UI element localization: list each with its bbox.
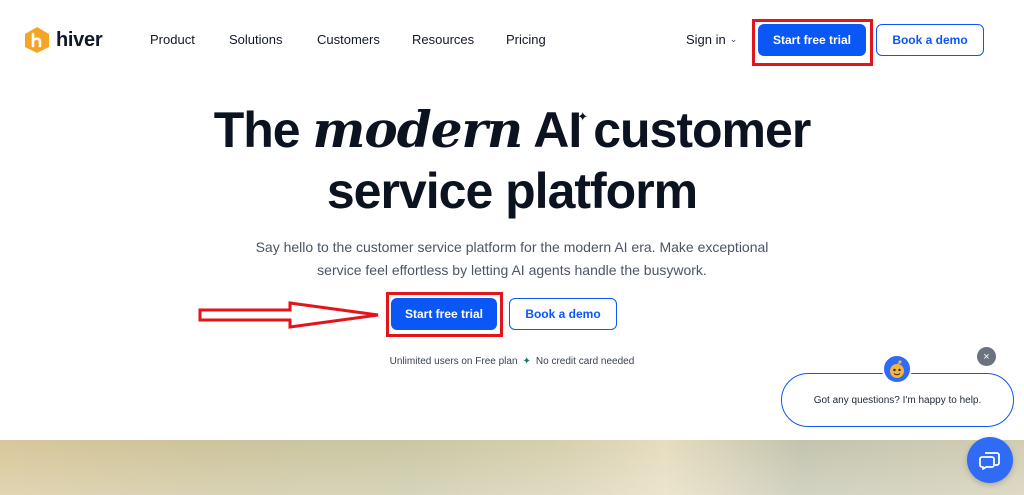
headline-word-modern: modern xyxy=(312,100,524,159)
hiver-logo-icon xyxy=(25,27,49,53)
tagline-no-credit-card: No credit card needed xyxy=(535,356,635,367)
headline-word-customer: customer xyxy=(593,102,811,158)
hero-headline-line2: service platform xyxy=(326,163,698,219)
chat-prompt-text: Got any questions? I'm happy to help. xyxy=(813,394,982,406)
bot-avatar-icon xyxy=(882,354,912,384)
hero-subtext-line2: service feel effortless by letting AI ag… xyxy=(317,262,707,278)
brand-name: hiver xyxy=(56,28,103,51)
hero-subtext-line1: Say hello to the customer service platfo… xyxy=(255,239,769,255)
sign-in-menu[interactable]: Sign in ⌄ xyxy=(686,32,737,47)
nav-start-trial-button[interactable]: Start free trial xyxy=(758,24,866,56)
star-icon: ✦ xyxy=(522,356,531,367)
headline-word-the: The xyxy=(213,102,301,158)
nav-link-customers[interactable]: Customers xyxy=(317,32,380,47)
chat-icon xyxy=(979,452,1000,470)
sparkle-icon: ✦ xyxy=(577,109,588,124)
close-icon[interactable]: × xyxy=(977,347,996,366)
hero-start-trial-button[interactable]: Start free trial xyxy=(391,298,497,330)
hero-headline-line1: The modern AI✦ customer xyxy=(0,102,1024,171)
nav-book-demo-button[interactable]: Book a demo xyxy=(876,24,984,56)
headline-word-ai: AI xyxy=(533,102,582,158)
chevron-down-icon: ⌄ xyxy=(729,34,738,44)
nav-link-pricing[interactable]: Pricing xyxy=(506,32,546,47)
hiver-logo[interactable]: hiver xyxy=(24,26,103,54)
sign-in-label: Sign in xyxy=(686,32,726,47)
tagline-free-plan: Unlimited users on Free plan xyxy=(389,356,518,367)
hero-tagline: Unlimited users on Free plan ✦ No credit c… xyxy=(0,356,1024,367)
nav-link-product[interactable]: Product xyxy=(150,32,195,47)
arrow-annotation xyxy=(198,301,379,329)
hero-book-demo-button[interactable]: Book a demo xyxy=(509,298,617,330)
chat-launcher-button[interactable] xyxy=(967,437,1013,483)
nav-link-solutions[interactable]: Solutions xyxy=(229,32,282,47)
top-navigation: hiver Product Solutions Customers Resour… xyxy=(0,0,1024,80)
hero-banner-image xyxy=(0,440,1024,495)
nav-link-resources[interactable]: Resources xyxy=(412,32,474,47)
